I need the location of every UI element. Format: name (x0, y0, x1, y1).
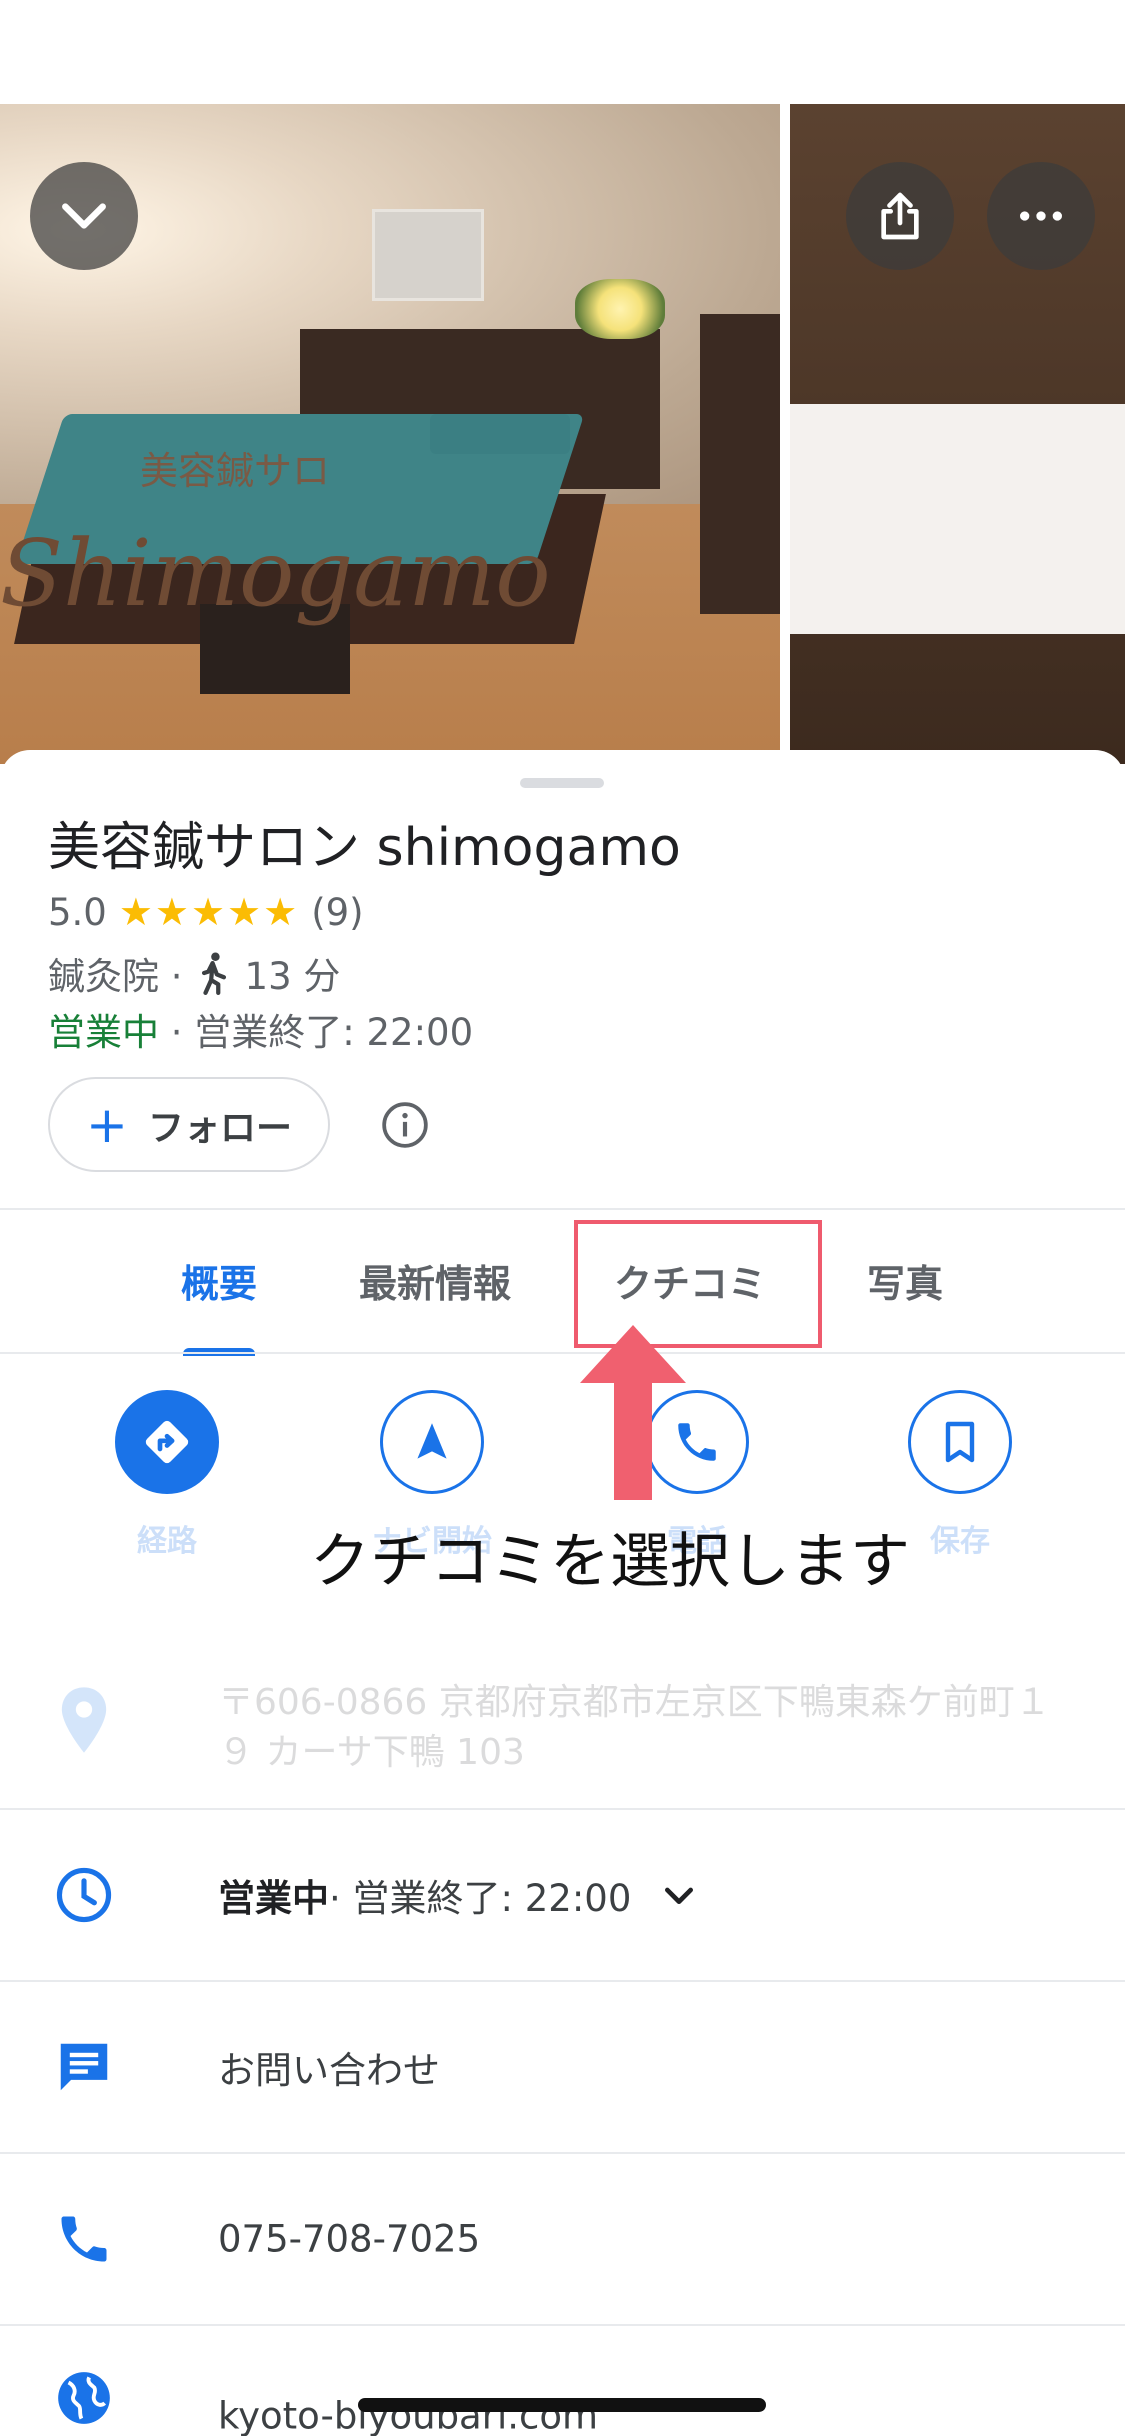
photo-mirror (372, 209, 484, 301)
directions-icon (115, 1390, 219, 1494)
closing-time: · 営業終了: 22:00 (159, 1011, 474, 1054)
share-icon (881, 192, 919, 240)
tab-photos[interactable]: 写真 (845, 1210, 965, 1350)
contact-row[interactable]: お問い合わせ (0, 1982, 1125, 2152)
follow-label: フォロー (147, 1107, 292, 1149)
phone-icon (50, 2205, 118, 2273)
sign-roman-text: Shimogamo (0, 520, 551, 627)
drag-handle[interactable] (520, 778, 604, 788)
navigation-icon (380, 1390, 484, 1494)
tab-overview[interactable]: 概要 (150, 1210, 288, 1350)
arrow-up-annotation-icon (580, 1325, 686, 1500)
photo-gallery[interactable] (0, 104, 1125, 764)
place-title: 美容鍼サロン shimogamo (48, 818, 681, 878)
hours-row[interactable]: 営業中 · 営業終了: 22:00 (0, 1810, 1125, 1980)
divider (0, 1352, 1125, 1354)
hours-summary: 営業中 · 営業終了: 22:00 (48, 1002, 473, 1056)
collapse-button[interactable] (30, 162, 138, 270)
review-count: (9) (311, 890, 364, 934)
clock-icon (50, 1861, 118, 1929)
photo-flowers (575, 279, 665, 339)
meta-row: 鍼灸院 · 13 分 (48, 946, 340, 1000)
more-horizontal-icon (1020, 211, 1062, 221)
rating-row[interactable]: 5.0 ★★★★★ (9) (48, 890, 364, 934)
hours-open-status: 営業中 (218, 1877, 329, 1920)
share-button[interactable] (846, 162, 954, 270)
photo-towel (430, 414, 570, 454)
save-label: 保存 (930, 1524, 990, 1559)
location-pin-icon (56, 1685, 112, 1759)
message-icon (50, 2033, 118, 2101)
tab-bar: 概要 最新情報 クチコミ 写真 (0, 1210, 1125, 1350)
chevron-down-icon[interactable] (659, 1875, 699, 1915)
rating-value: 5.0 (48, 890, 107, 934)
rating-stars: ★★★★★ (118, 890, 300, 934)
chevron-down-icon (62, 203, 106, 229)
website-row[interactable]: kyoto-biyoubari.com (0, 2326, 1125, 2436)
hours-closing: · 営業終了: 22:00 (329, 1877, 632, 1920)
status-bar (0, 0, 1125, 104)
home-indicator[interactable] (358, 2398, 766, 2412)
directions-label: 経路 (137, 1524, 197, 1559)
photo-sign (790, 404, 1125, 634)
hours-detail: 営業中 · 営業終了: 22:00 (218, 1868, 699, 1922)
category-label: 鍼灸院 · (48, 955, 183, 998)
walking-icon (197, 951, 231, 995)
follow-button[interactable]: + フォロー (48, 1077, 330, 1172)
photo-cabinet (700, 314, 780, 614)
address-row[interactable]: 〒606-0866 京都府京都市左京区下鴨東森ケ前町１９ カーサ下鴨 103 (0, 1650, 1125, 1800)
open-status: 営業中 (48, 1011, 159, 1054)
contact-label: お問い合わせ (218, 2049, 440, 2092)
plus-icon: + (86, 1095, 128, 1154)
instruction-callout: クチコミを選択します (310, 1527, 910, 1597)
photo-divider (780, 104, 790, 764)
address-text: 〒606-0866 京都府京都市左京区下鴨東森ケ前町１９ カーサ下鴨 103 (218, 1682, 1051, 1773)
walk-time: 13 分 (244, 955, 341, 998)
place-sheet: 美容鍼サロン shimogamo 5.0 ★★★★★ (9) 鍼灸院 · 13 … (0, 750, 1125, 2436)
phone-number: 075-708-7025 (218, 2217, 481, 2261)
globe-icon (50, 2364, 118, 2432)
phone-row[interactable]: 075-708-7025 (0, 2154, 1125, 2324)
sign-kanji-text: 美容鍼サロ (140, 449, 331, 493)
directions-action[interactable]: 経路 (87, 1390, 247, 1560)
info-icon[interactable] (380, 1100, 430, 1150)
tab-updates[interactable]: 最新情報 (340, 1210, 530, 1350)
more-button[interactable] (987, 162, 1095, 270)
bookmark-icon (908, 1390, 1012, 1494)
